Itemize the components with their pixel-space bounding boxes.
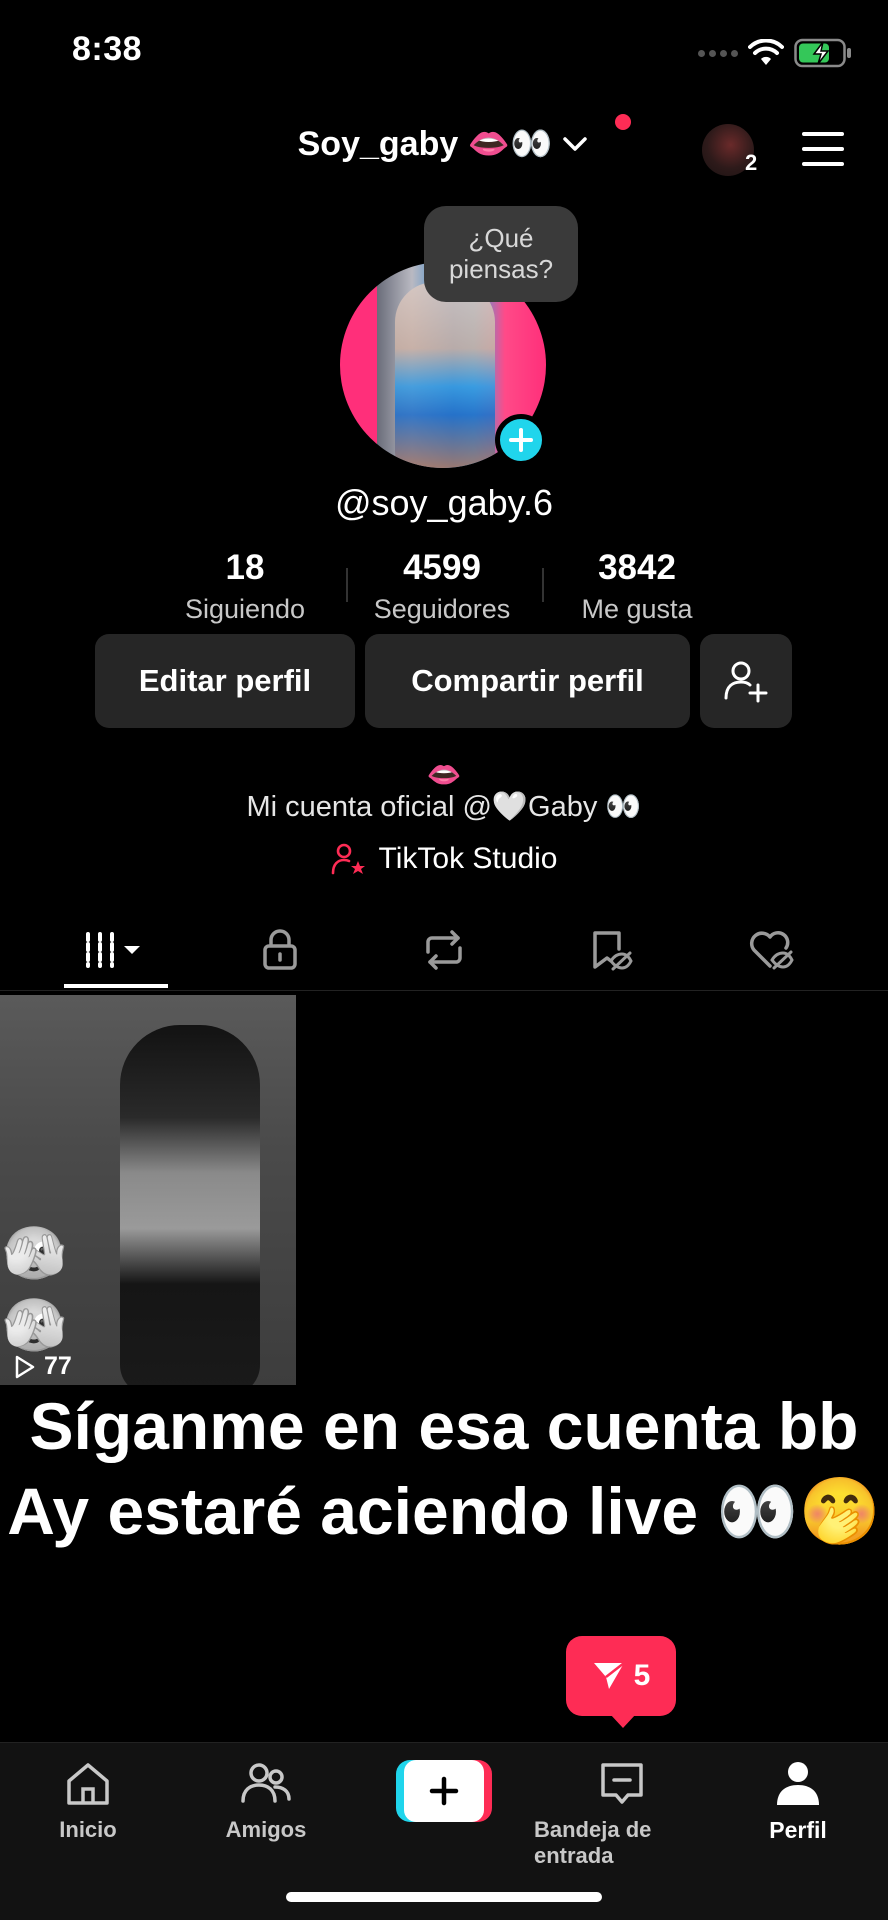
nav-profile-label: Perfil bbox=[769, 1817, 827, 1843]
stat-likes[interactable]: 3842 Me gusta bbox=[562, 548, 712, 625]
bio-emoji: 👄 bbox=[426, 759, 462, 790]
stat-divider bbox=[542, 568, 544, 602]
creator-star-icon bbox=[331, 843, 365, 875]
bio-text: Mi cuenta oficial @🤍Gaby 👀 bbox=[246, 791, 642, 823]
hidden-bookmark-icon bbox=[593, 931, 633, 971]
play-icon bbox=[15, 1355, 35, 1378]
stat-divider bbox=[346, 568, 348, 602]
nav-friends[interactable]: Amigos bbox=[178, 1757, 354, 1843]
battery-icon bbox=[794, 38, 851, 68]
nav-inbox[interactable]: Bandeja de entrada bbox=[534, 1757, 710, 1869]
repost-icon bbox=[426, 930, 462, 970]
send-icon bbox=[593, 1662, 625, 1689]
stat-following[interactable]: 18 Siguiendo bbox=[170, 548, 320, 625]
profile-tabs bbox=[0, 920, 888, 992]
active-tab-indicator bbox=[64, 984, 168, 988]
menu-icon[interactable] bbox=[802, 132, 844, 166]
tab-reposts[interactable] bbox=[394, 920, 494, 980]
nav-home[interactable]: Inicio bbox=[0, 1757, 176, 1843]
chevron-down-icon bbox=[563, 137, 588, 151]
caption-line-1: Síganme en esa cuenta bb bbox=[29, 1389, 859, 1463]
stat-value: 18 bbox=[225, 548, 265, 587]
stat-value: 4599 bbox=[403, 548, 481, 587]
add-friend-button[interactable] bbox=[700, 634, 792, 728]
stat-label: Seguidores bbox=[373, 594, 511, 624]
video-thumbnail[interactable]: 🫣 🫣 bbox=[0, 995, 296, 1385]
emoji-sticker: 🫣 bbox=[2, 1225, 67, 1283]
inbox-icon bbox=[601, 1763, 643, 1804]
tab-private[interactable] bbox=[230, 920, 330, 980]
followers-avatar-count: 2 bbox=[745, 150, 758, 175]
profile-icon bbox=[777, 1762, 819, 1805]
profile-photo-image bbox=[395, 282, 495, 468]
nav-friends-label: Amigos bbox=[225, 1817, 307, 1842]
tiktok-studio-label: TikTok Studio bbox=[378, 842, 558, 875]
account-name: Soy_gaby 👄👀 bbox=[297, 125, 553, 163]
wifi-icon bbox=[748, 39, 784, 65]
inbox-notification-count: 5 bbox=[633, 1659, 651, 1692]
nav-home-label: Inicio bbox=[59, 1817, 117, 1842]
views-count: 77 bbox=[44, 1352, 72, 1380]
plus-icon bbox=[429, 1776, 459, 1806]
caption-overlay: Síganme en esa cuenta bb Ay estaré acien… bbox=[0, 1384, 888, 1554]
status-time: 8:38 bbox=[72, 30, 143, 68]
inbox-bubble-tail bbox=[610, 1714, 636, 1728]
tiktok-studio-link[interactable]: TikTok Studio bbox=[0, 842, 888, 884]
create-button[interactable] bbox=[396, 1760, 492, 1822]
stat-label: Siguiendo bbox=[184, 594, 306, 624]
plus-icon bbox=[509, 428, 533, 452]
tabs-divider bbox=[0, 990, 888, 991]
video-thumbnail-image bbox=[120, 1025, 260, 1385]
grid-filter-icon bbox=[86, 932, 140, 968]
add-photo-button[interactable] bbox=[495, 414, 547, 466]
nav-inbox-label: Bandeja de entrada bbox=[534, 1817, 652, 1868]
nav-profile[interactable]: Perfil bbox=[710, 1757, 886, 1844]
inbox-notification-bubble[interactable]: 5 bbox=[566, 1636, 676, 1716]
share-profile-button[interactable]: Compartir perfil bbox=[365, 634, 690, 728]
home-indicator[interactable] bbox=[286, 1892, 602, 1902]
create-button-face bbox=[404, 1760, 484, 1822]
friends-icon bbox=[241, 1763, 291, 1803]
emoji-sticker: 🫣 bbox=[2, 1297, 67, 1355]
tab-liked[interactable] bbox=[722, 920, 822, 980]
signal-icon bbox=[698, 49, 738, 57]
lock-icon bbox=[263, 929, 297, 970]
add-user-icon bbox=[724, 661, 768, 703]
profile-stats: 18 Siguiendo 4599 Seguidores 3842 Me gus… bbox=[170, 548, 718, 624]
tab-saved[interactable] bbox=[560, 920, 660, 980]
thought-bubble[interactable]: ¿Qué piensas? bbox=[424, 206, 578, 302]
home-icon bbox=[67, 1763, 109, 1805]
notification-dot bbox=[615, 114, 631, 130]
stat-label: Me gusta bbox=[581, 594, 693, 624]
caption-line-2: Ay estaré aciendo live 👀🤭 bbox=[7, 1474, 881, 1548]
hidden-heart-icon bbox=[749, 931, 794, 970]
status-icons bbox=[698, 36, 852, 70]
tab-videos[interactable] bbox=[52, 920, 182, 980]
username: @soy_gaby.6 bbox=[334, 482, 553, 523]
video-views: 77 bbox=[14, 1352, 72, 1381]
edit-profile-button[interactable]: Editar perfil bbox=[95, 634, 355, 728]
stat-value: 3842 bbox=[598, 548, 676, 587]
stat-followers[interactable]: 4599 Seguidores bbox=[362, 548, 522, 625]
